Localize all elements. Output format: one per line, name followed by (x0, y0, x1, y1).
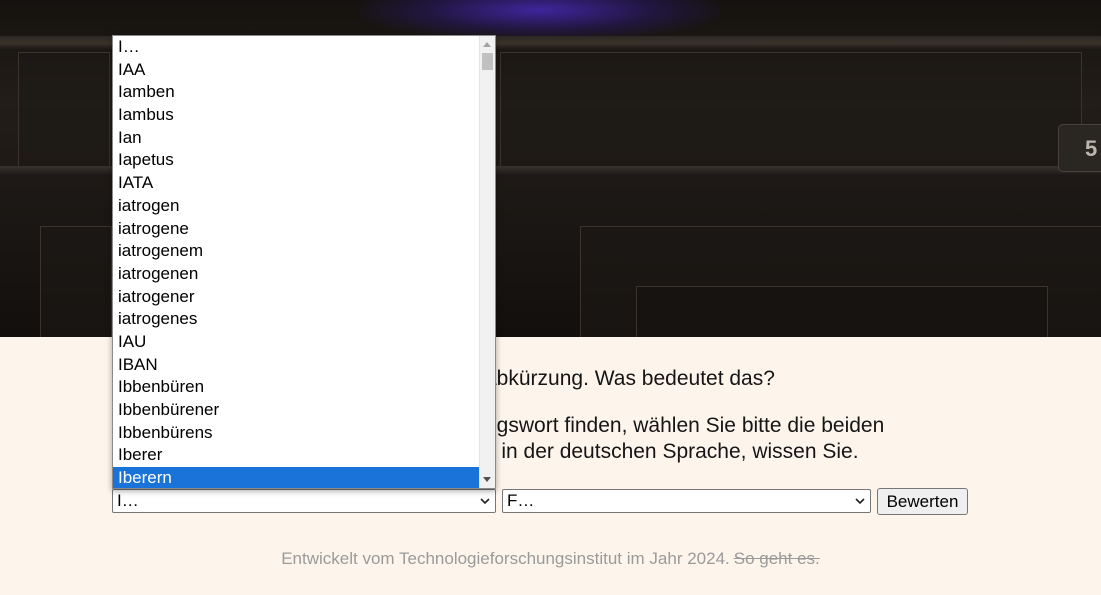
dropdown-option[interactable]: Iambus (113, 104, 495, 127)
chevron-down-icon (855, 498, 865, 505)
chevron-down-icon (480, 498, 490, 505)
dropdown-option[interactable]: iatrogenem (113, 240, 495, 263)
dropdown-option[interactable]: iatrogenes (113, 308, 495, 331)
dropdown-option[interactable]: iatrogener (113, 286, 495, 309)
dropdown-option[interactable]: IAA (113, 59, 495, 82)
cabinet-panel (500, 52, 1082, 168)
dropdown-option[interactable]: IBAN (113, 354, 495, 377)
word-select-1-value: I… (117, 491, 139, 510)
dropdown-scrollbar[interactable] (479, 36, 495, 488)
light-glow (360, 0, 720, 40)
how-it-works-link[interactable]: So geht es. (734, 549, 820, 568)
cabinet-panel (18, 52, 110, 168)
scroll-down-arrow-icon[interactable] (483, 477, 491, 482)
dropdown-option[interactable]: Ian (113, 127, 495, 150)
word-select-1-dropdown[interactable]: I… IAA Iamben Iambus Ian Iapetus IATA ia… (112, 35, 496, 489)
dropdown-option[interactable]: Ibbenbürens (113, 422, 495, 445)
dropdown-option[interactable]: Iberer (113, 444, 495, 467)
dropdown-option[interactable]: I… (113, 36, 495, 59)
footer-text: Entwickelt vom Technologieforschungsinst… (281, 549, 730, 568)
scrollbar-thumb[interactable] (482, 53, 493, 70)
dropdown-option[interactable]: iatrogene (113, 218, 495, 241)
dropdown-option[interactable]: Iberern (113, 467, 495, 488)
dropdown-option[interactable]: Iapetus (113, 149, 495, 172)
dropdown-option[interactable]: IAU (113, 331, 495, 354)
footer: Entwickelt vom Technologieforschungsinst… (0, 549, 1101, 569)
evaluate-button[interactable]: Bewerten (877, 488, 968, 515)
scroll-up-arrow-icon[interactable] (483, 42, 491, 47)
dropdown-option[interactable]: Iamben (113, 81, 495, 104)
word-select-2-value: F… (507, 491, 535, 510)
prompt-line-2b-text: s in der deutschen Sprache, wissen Sie. (485, 440, 859, 463)
word-select-2[interactable]: F… (502, 489, 871, 513)
dropdown-option[interactable]: IATA (113, 172, 495, 195)
dropdown-option[interactable]: iatrogenen (113, 263, 495, 286)
word-select-1[interactable]: I… (112, 489, 496, 513)
prompt-line-1-text: abkürzung. Was bedeutet das? (485, 367, 775, 390)
prompt-line-2a-text: ngswort finden, wählen Sie bitte die bei… (485, 414, 885, 437)
dropdown-option[interactable]: iatrogen (113, 195, 495, 218)
number-sign: 5 (1058, 124, 1101, 172)
dropdown-options: I… IAA Iamben Iambus Ian Iapetus IATA ia… (113, 36, 495, 488)
cabinet-panel (40, 226, 112, 337)
cabinet-panel (636, 286, 1048, 337)
dropdown-option[interactable]: Ibbenbüren (113, 376, 495, 399)
dropdown-option[interactable]: Ibbenbürener (113, 399, 495, 422)
